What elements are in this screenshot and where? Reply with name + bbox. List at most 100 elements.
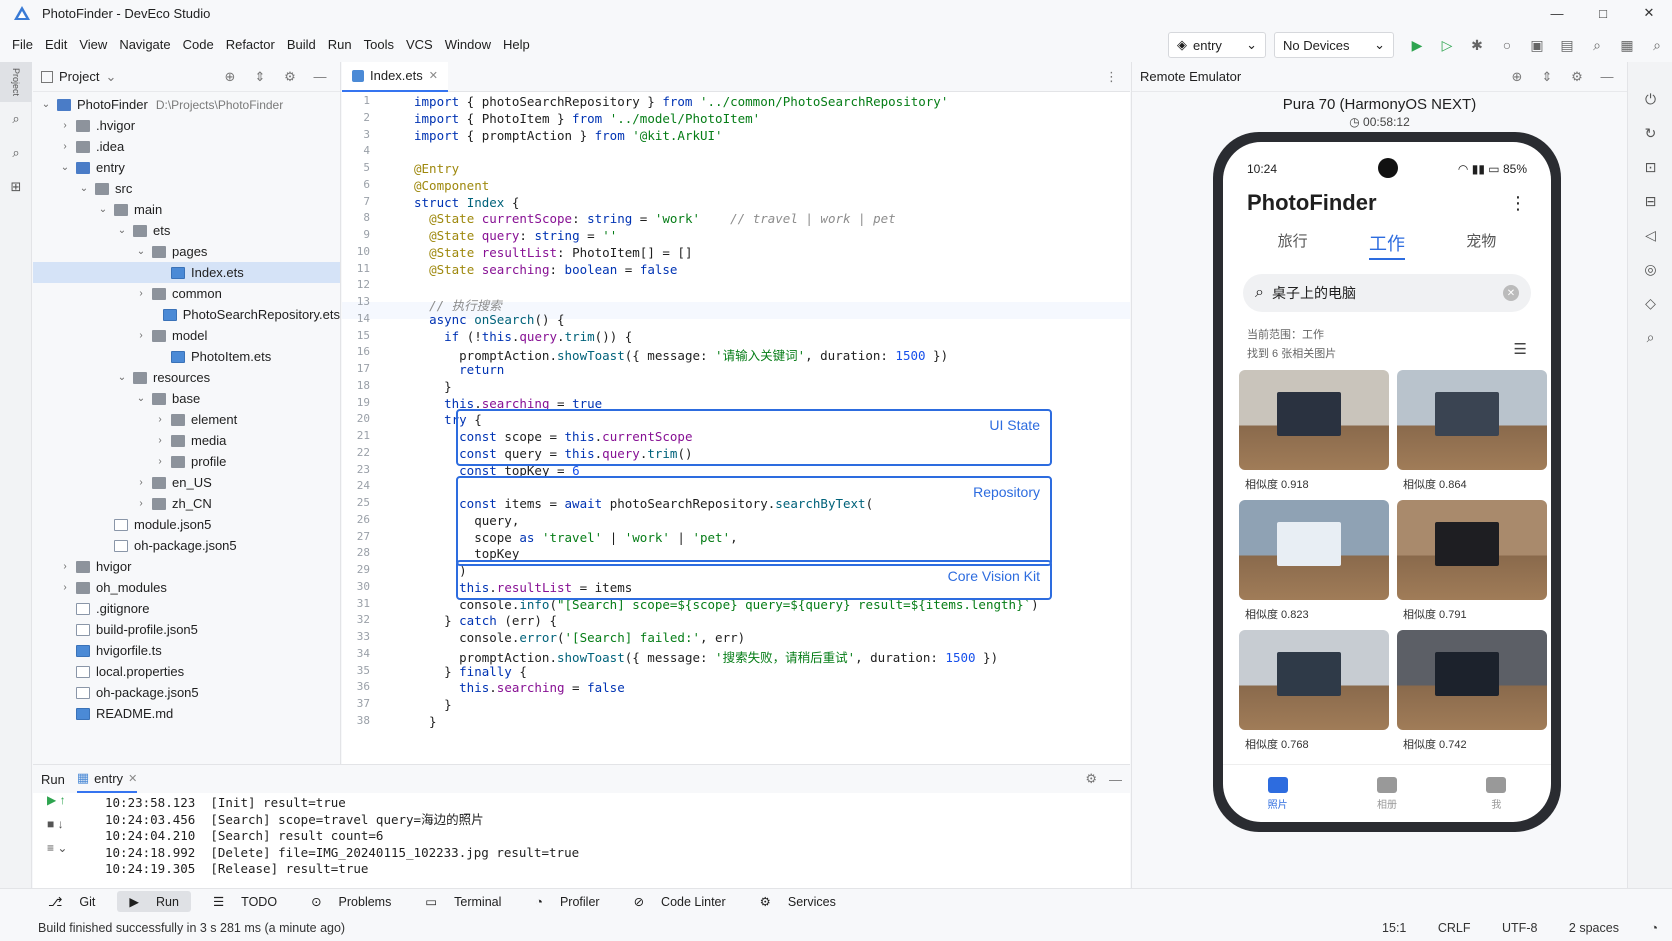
chevron-down-icon[interactable]: ⌄ bbox=[115, 372, 129, 383]
chevron-right-icon[interactable]: › bbox=[58, 561, 72, 572]
tool-window-problems[interactable]: ⊙ Problems bbox=[299, 894, 403, 910]
tree-item[interactable]: PhotoSearchRepository.ets bbox=[33, 304, 340, 325]
chevron-right-icon[interactable]: › bbox=[58, 120, 72, 131]
screenshot-icon[interactable]: ⊡ bbox=[1628, 150, 1672, 184]
photo-thumbnail[interactable] bbox=[1239, 370, 1389, 470]
chevron-right-icon[interactable]: › bbox=[58, 582, 72, 593]
minimize-button[interactable]: — bbox=[1534, 0, 1580, 26]
tree-item[interactable]: .gitignore bbox=[33, 598, 340, 619]
gear-icon[interactable]: ⚙ bbox=[278, 69, 302, 85]
tree-item[interactable]: ⌄ resources bbox=[33, 367, 340, 388]
device-manager-icon[interactable]: ▣ bbox=[1522, 32, 1552, 58]
tree-item[interactable]: PhotoItem.ets bbox=[33, 346, 340, 367]
photo-card[interactable]: 相似度 0.864 bbox=[1397, 370, 1547, 500]
tool-window-profiler[interactable]: ◔ Profiler bbox=[523, 895, 611, 909]
notifications-icon[interactable]: ◔ bbox=[1650, 921, 1658, 935]
chevron-right-icon[interactable]: › bbox=[134, 498, 148, 509]
menu-item-edit[interactable]: Edit bbox=[39, 37, 73, 52]
search-everywhere-icon[interactable]: ⌕ bbox=[1582, 32, 1612, 58]
photo-thumbnail[interactable] bbox=[1397, 370, 1547, 470]
gear-icon[interactable]: ⚙ bbox=[1085, 771, 1097, 787]
nav-item[interactable]: 照片 bbox=[1267, 776, 1288, 811]
list-view-icon[interactable]: ☰ bbox=[1514, 340, 1527, 359]
scope-tab[interactable]: 工作 bbox=[1368, 230, 1405, 260]
record-icon[interactable]: ⊟ bbox=[1628, 184, 1672, 218]
photo-card[interactable]: 相似度 0.742 bbox=[1397, 630, 1547, 760]
search-box[interactable]: ⌕ 桌子上的电脑 ✕ bbox=[1243, 274, 1531, 312]
tree-item[interactable]: › media bbox=[33, 430, 340, 451]
chevron-down-icon[interactable]: ⌄ bbox=[134, 393, 148, 404]
project-tool-button[interactable]: Project bbox=[0, 62, 32, 102]
tree-item[interactable]: ⌄ base bbox=[33, 388, 340, 409]
rotate-icon[interactable]: ↻ bbox=[1628, 116, 1672, 150]
photo-thumbnail[interactable] bbox=[1397, 630, 1547, 730]
chevron-down-icon[interactable]: ⌄ bbox=[58, 162, 72, 173]
tree-item[interactable]: › common bbox=[33, 283, 340, 304]
file-encoding[interactable]: UTF-8 bbox=[1502, 921, 1537, 935]
collapse-all-icon[interactable]: ⇕ bbox=[248, 69, 272, 85]
photo-thumbnail[interactable] bbox=[1239, 500, 1389, 600]
tree-item[interactable]: › .idea bbox=[33, 136, 340, 157]
menu-item-window[interactable]: Window bbox=[439, 37, 497, 52]
tree-item[interactable]: › model bbox=[33, 325, 340, 346]
power-icon[interactable]: ⏻ bbox=[1628, 82, 1672, 116]
device-select[interactable]: No Devices ⌄ bbox=[1274, 32, 1394, 58]
debug-icon[interactable]: ▷ bbox=[1432, 32, 1462, 58]
structure-icon[interactable]: ⊞ bbox=[0, 170, 32, 204]
chevron-right-icon[interactable]: › bbox=[134, 330, 148, 341]
menu-item-file[interactable]: File bbox=[6, 37, 39, 52]
hide-icon[interactable]: — bbox=[1109, 772, 1122, 787]
stop-icon[interactable]: ○ bbox=[1492, 32, 1522, 58]
chevron-right-icon[interactable]: › bbox=[153, 414, 167, 425]
back-icon[interactable]: ◇ bbox=[1628, 286, 1672, 320]
tree-item[interactable]: local.properties bbox=[33, 661, 340, 682]
chevron-down-icon[interactable]: ⌄ bbox=[39, 99, 53, 110]
line-separator[interactable]: CRLF bbox=[1438, 921, 1471, 935]
find-icon[interactable]: ⌕ bbox=[0, 136, 32, 170]
maximize-button[interactable]: □ bbox=[1580, 0, 1626, 26]
collapse-icon[interactable]: ⇕ bbox=[1535, 69, 1559, 85]
menu-item-build[interactable]: Build bbox=[281, 37, 322, 52]
tree-item[interactable]: oh-package.json5 bbox=[33, 682, 340, 703]
locate-icon[interactable]: ⊕ bbox=[218, 69, 242, 85]
search-input[interactable]: 桌子上的电脑 bbox=[1272, 283, 1356, 303]
tree-item[interactable]: › hvigor bbox=[33, 556, 340, 577]
gear-icon[interactable]: ⚙ bbox=[1565, 69, 1589, 85]
more-icon[interactable]: ⋮ bbox=[1509, 193, 1527, 214]
tool-window-run[interactable]: ▶ Run bbox=[117, 891, 191, 912]
menu-item-run[interactable]: Run bbox=[322, 37, 358, 52]
tree-item[interactable]: README.md bbox=[33, 703, 340, 724]
tree-item[interactable]: Index.ets bbox=[33, 262, 340, 283]
tree-item[interactable]: ⌄ entry bbox=[33, 157, 340, 178]
phone-screen[interactable]: 10:24 ◠ ▮▮ ▭ 85% PhotoFinder ⋮ 旅行 工作 宠物 ⌕ … bbox=[1223, 142, 1551, 822]
more-icon[interactable]: ⋮ bbox=[1105, 69, 1118, 85]
menu-item-vcs[interactable]: VCS bbox=[400, 37, 439, 52]
tool-window-git[interactable]: ⎇ Git bbox=[36, 894, 107, 910]
chevron-right-icon[interactable]: › bbox=[58, 141, 72, 152]
photo-thumbnail[interactable] bbox=[1239, 630, 1389, 730]
tool-window-code-linter[interactable]: ⊘ Code Linter bbox=[622, 894, 738, 910]
tree-item[interactable]: › element bbox=[33, 409, 340, 430]
scope-tab[interactable]: 宠物 bbox=[1466, 230, 1496, 260]
tree-item[interactable]: ⌄ src bbox=[33, 178, 340, 199]
run-config-select[interactable]: ◈ entry ⌄ bbox=[1168, 32, 1266, 58]
hide-icon[interactable]: — bbox=[308, 69, 332, 84]
nav-item[interactable]: 相册 bbox=[1376, 776, 1397, 811]
code-area[interactable]: 1 import { photoSearchRepository } from '… bbox=[342, 94, 1130, 764]
tree-item[interactable]: hvigorfile.ts bbox=[33, 640, 340, 661]
scope-tab[interactable]: 旅行 bbox=[1278, 230, 1308, 260]
tree-item[interactable]: ⌄ PhotoFinder D:\Projects\PhotoFinder bbox=[33, 94, 340, 115]
close-icon[interactable]: ✕ bbox=[429, 69, 438, 82]
soft-wrap-icon[interactable]: ≡ ⌄ bbox=[33, 841, 93, 865]
chevron-right-icon[interactable]: › bbox=[134, 477, 148, 488]
menu-item-code[interactable]: Code bbox=[177, 37, 220, 52]
project-panel-title[interactable]: Project bbox=[59, 69, 99, 84]
tool-window-todo[interactable]: ☰ TODO bbox=[201, 894, 289, 910]
chevron-down-icon[interactable]: ⌄ bbox=[77, 183, 91, 194]
chevron-down-icon[interactable]: ⌄ bbox=[105, 69, 116, 85]
photo-card[interactable]: 相似度 0.791 bbox=[1397, 500, 1547, 630]
tree-item[interactable]: › profile bbox=[33, 451, 340, 472]
nav-item[interactable]: 我 bbox=[1486, 776, 1507, 811]
zoom-icon[interactable]: ⌕ bbox=[1628, 320, 1672, 354]
menu-item-navigate[interactable]: Navigate bbox=[113, 37, 176, 52]
